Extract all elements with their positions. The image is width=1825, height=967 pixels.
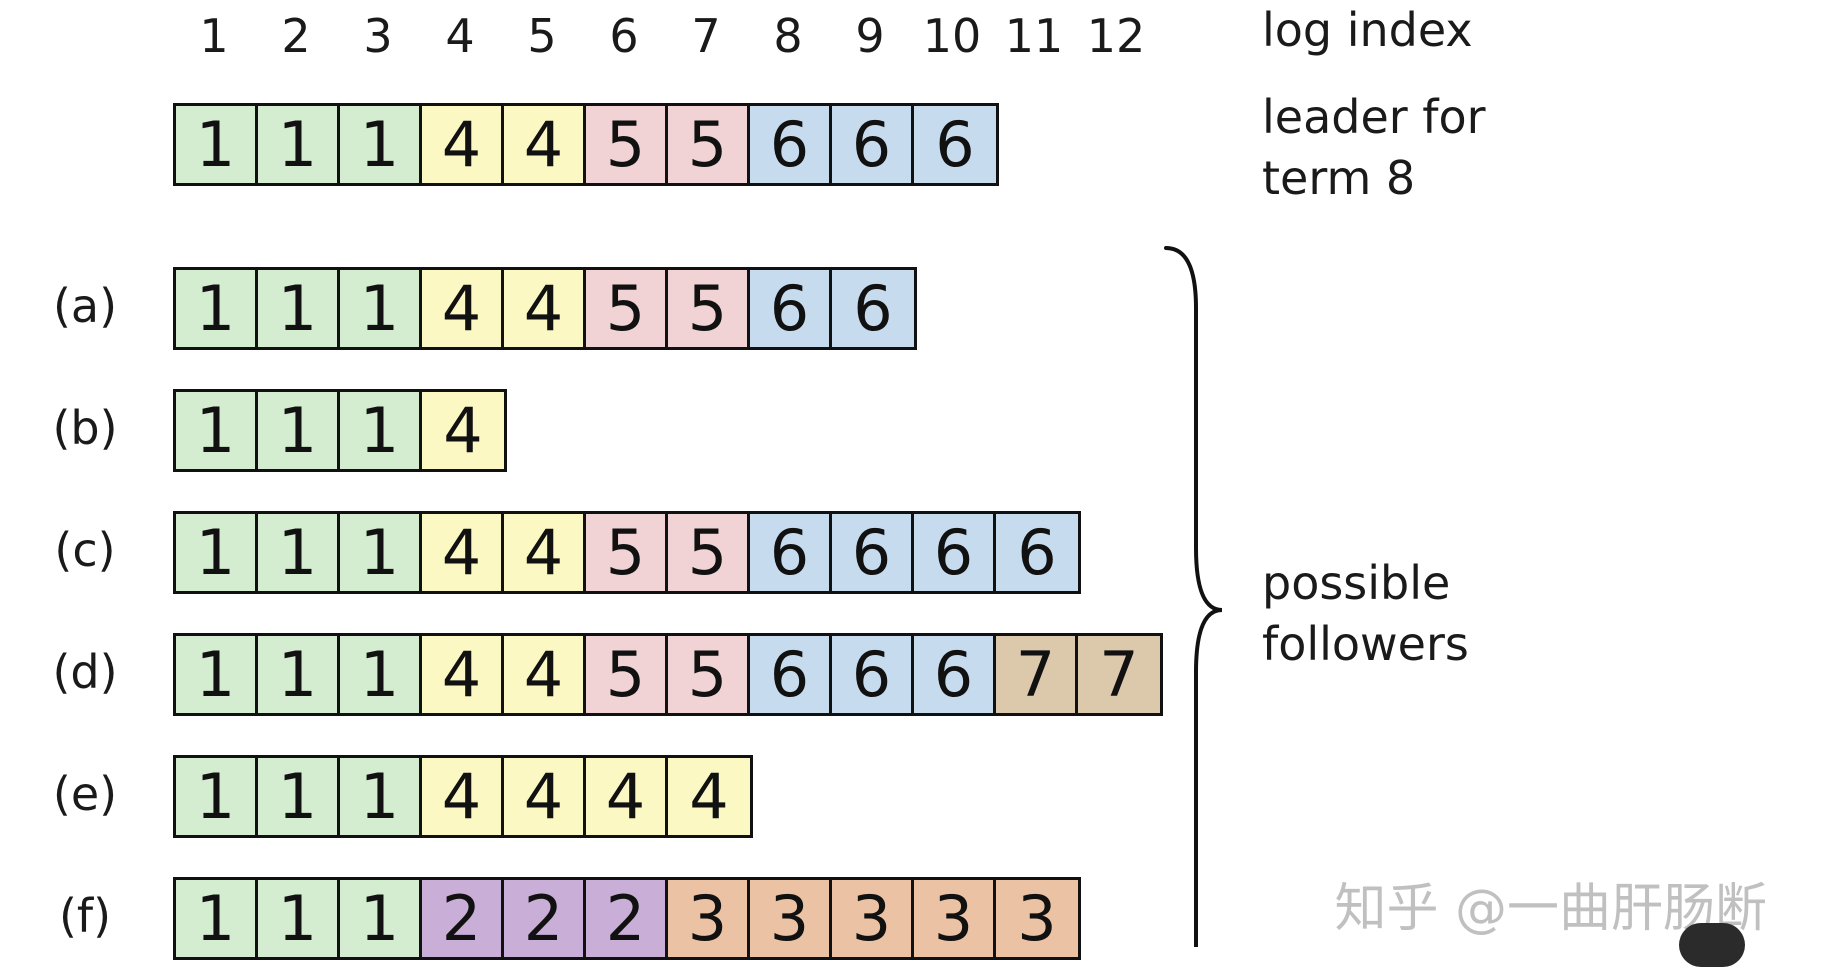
follower-log-c: 11144556666 [173,511,1081,594]
follower-f-entry-8: 3 [750,880,832,957]
follower-d-entry-9: 6 [832,636,914,713]
follower-f-entry-1: 1 [176,880,258,957]
follower-label-c: (c) [54,523,116,577]
follower-d-entry-12: 7 [1078,636,1160,713]
follower-d-entry-7: 5 [668,636,750,713]
follower-c-entry-6: 5 [586,514,668,591]
follower-a-entry-2: 1 [258,270,340,347]
follower-log-a: 111445566 [173,267,917,350]
follower-d-entry-4: 4 [422,636,504,713]
log-index-2: 2 [281,9,311,63]
log-index-6: 6 [609,9,639,63]
log-index-9: 9 [855,9,885,63]
follower-d-entry-8: 6 [750,636,832,713]
follower-log-f: 11122233333 [173,877,1081,960]
log-index-3: 3 [363,9,393,63]
followers-caption-line2: followers [1262,617,1469,671]
follower-label-a: (a) [52,279,118,333]
follower-d-entry-6: 5 [586,636,668,713]
follower-c-entry-11: 6 [996,514,1078,591]
raft-log-diagram: 1 2 3 4 5 6 7 8 9 10 11 12 log index 1114455666 lea… [0,0,1825,967]
leader-entry-7: 5 [668,106,750,183]
follower-f-entry-2: 1 [258,880,340,957]
follower-b-entry-2: 1 [258,392,340,469]
follower-e-entry-3: 1 [340,758,422,835]
log-index-5: 5 [527,9,557,63]
follower-b-entry-3: 1 [340,392,422,469]
follower-label-d: (d) [52,645,118,699]
follower-b-entry-1: 1 [176,392,258,469]
follower-d-entry-2: 1 [258,636,340,713]
follower-f-entry-5: 2 [504,880,586,957]
follower-e-entry-2: 1 [258,758,340,835]
log-index-caption: log index [1262,3,1473,57]
follower-e-entry-6: 4 [586,758,668,835]
followers-caption-line1: possible [1262,556,1451,610]
log-index-11: 11 [1004,9,1064,63]
follower-c-entry-10: 6 [914,514,996,591]
follower-d-entry-11: 7 [996,636,1078,713]
follower-f-entry-11: 3 [996,880,1078,957]
leader-entry-5: 4 [504,106,586,183]
follower-d-entry-3: 1 [340,636,422,713]
log-index-10: 10 [922,9,982,63]
follower-a-entry-1: 1 [176,270,258,347]
follower-f-entry-6: 2 [586,880,668,957]
leader-entry-8: 6 [750,106,832,183]
log-index-12: 12 [1086,9,1146,63]
leader-caption-line2: term 8 [1262,151,1416,205]
follower-b-entry-4: 4 [422,392,504,469]
leader-log: 1114455666 [173,103,999,186]
follower-c-entry-7: 5 [668,514,750,591]
follower-c-entry-1: 1 [176,514,258,591]
follower-c-entry-5: 4 [504,514,586,591]
follower-c-entry-2: 1 [258,514,340,591]
follower-c-entry-9: 6 [832,514,914,591]
leader-entry-3: 1 [340,106,422,183]
follower-f-entry-10: 3 [914,880,996,957]
leader-entry-9: 6 [832,106,914,183]
log-index-4: 4 [445,9,475,63]
follower-c-entry-8: 6 [750,514,832,591]
follower-a-entry-8: 6 [750,270,832,347]
follower-d-entry-1: 1 [176,636,258,713]
log-index-1: 1 [199,9,229,63]
curly-brace-icon [1164,246,1223,947]
leader-entry-1: 1 [176,106,258,183]
log-index-8: 8 [773,9,803,63]
follower-log-d: 111445566677 [173,633,1163,716]
log-index-7: 7 [691,9,721,63]
leader-entry-2: 1 [258,106,340,183]
follower-a-entry-5: 4 [504,270,586,347]
follower-log-b: 1114 [173,389,507,472]
follower-f-entry-3: 1 [340,880,422,957]
follower-f-entry-7: 3 [668,880,750,957]
follower-a-entry-6: 5 [586,270,668,347]
follower-d-entry-5: 4 [504,636,586,713]
follower-e-entry-4: 4 [422,758,504,835]
follower-a-entry-3: 1 [340,270,422,347]
follower-a-entry-4: 4 [422,270,504,347]
follower-label-f: (f) [58,889,112,943]
follower-d-entry-10: 6 [914,636,996,713]
follower-e-entry-7: 4 [668,758,750,835]
follower-label-b: (b) [52,401,118,455]
follower-c-entry-4: 4 [422,514,504,591]
follower-f-entry-4: 2 [422,880,504,957]
follower-log-e: 1114444 [173,755,753,838]
corner-badge [1679,923,1745,967]
follower-a-entry-7: 5 [668,270,750,347]
leader-caption-line1: leader for [1262,90,1486,144]
follower-e-entry-1: 1 [176,758,258,835]
leader-entry-10: 6 [914,106,996,183]
follower-c-entry-3: 1 [340,514,422,591]
leader-entry-6: 5 [586,106,668,183]
follower-e-entry-5: 4 [504,758,586,835]
follower-a-entry-9: 6 [832,270,914,347]
leader-entry-4: 4 [422,106,504,183]
follower-label-e: (e) [52,767,118,821]
follower-f-entry-9: 3 [832,880,914,957]
